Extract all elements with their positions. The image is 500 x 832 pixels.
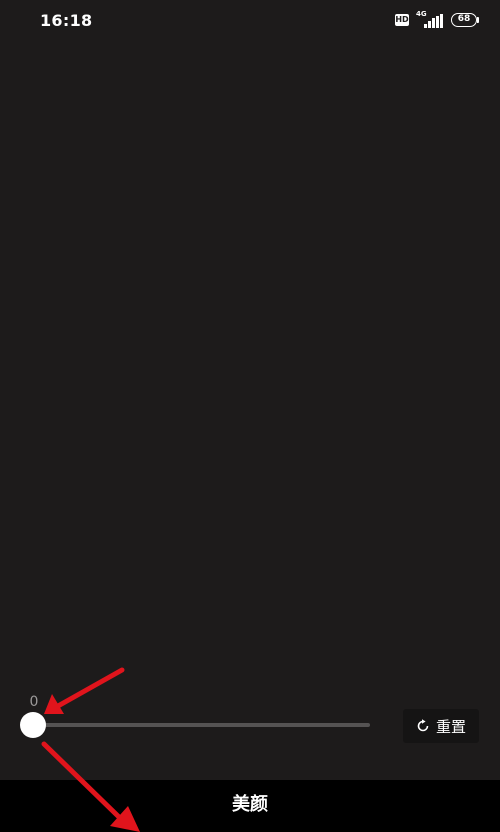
signal-icon: 4G: [416, 10, 446, 30]
reset-icon: [417, 719, 429, 732]
beauty-slider-thumb[interactable]: [20, 712, 46, 738]
hd-icon: HD: [395, 14, 409, 26]
battery-tip: [477, 17, 479, 23]
camera-preview: [0, 0, 500, 780]
status-bar: 16:18 HD 4G 68: [0, 0, 500, 42]
battery-icon: 68: [451, 13, 477, 27]
reset-button[interactable]: 重置: [403, 709, 479, 743]
signal-bars: [424, 14, 446, 28]
reset-button-label: 重置: [435, 717, 466, 736]
status-time: 16:18: [40, 11, 93, 30]
beauty-slider-track[interactable]: [33, 723, 370, 727]
bottom-bar: 美颜: [0, 780, 500, 832]
slider-value-label: 0: [29, 694, 39, 710]
bottom-bar-title: 美颜: [232, 794, 268, 815]
